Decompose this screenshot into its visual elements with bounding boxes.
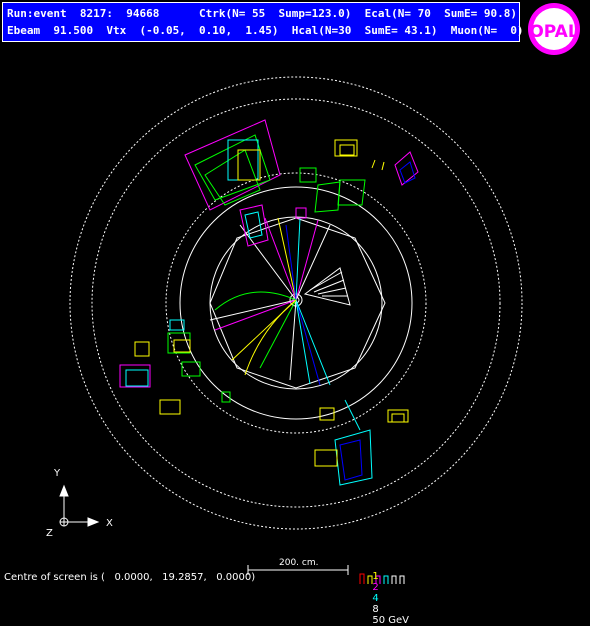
energy-value-4: 4 <box>372 593 379 604</box>
tracks <box>209 217 331 386</box>
axis-indicator <box>59 484 100 527</box>
energy-value-8: 8 <box>372 604 379 615</box>
header-line-1: Run:event 8217: 94668 Ctrk(N= 55 Sump=12… <box>7 7 517 20</box>
axis-y-label: Y <box>54 468 61 479</box>
logo-text: OPAL <box>529 22 579 42</box>
energy-value-1: 1 <box>372 571 379 582</box>
calorimeter-upper <box>184 119 419 247</box>
event-display <box>59 76 523 584</box>
energy-scale-label: 1 2 4 8 50 GeV <box>366 560 409 626</box>
header-line-2: Ebeam 91.500 Vtx (-0.05, 0.10, 1.45) Hca… <box>7 24 524 37</box>
axis-x-label: X <box>106 518 113 529</box>
event-header: Run:event 8217: 94668 Ctrk(N= 55 Sump=12… <box>2 2 524 42</box>
energy-value-50: 50 GeV <box>372 615 410 626</box>
centre-of-screen: Centre of screen is ( 0.0000, 19.2857, 0… <box>4 572 256 583</box>
calorimeter-left <box>119 319 231 415</box>
track-fan <box>303 267 351 306</box>
opal-logo: OPAL <box>528 3 580 55</box>
scale-label: 200. cm. <box>279 558 319 568</box>
calorimeter-lower <box>314 399 409 486</box>
axis-z-label: Z <box>46 528 53 539</box>
